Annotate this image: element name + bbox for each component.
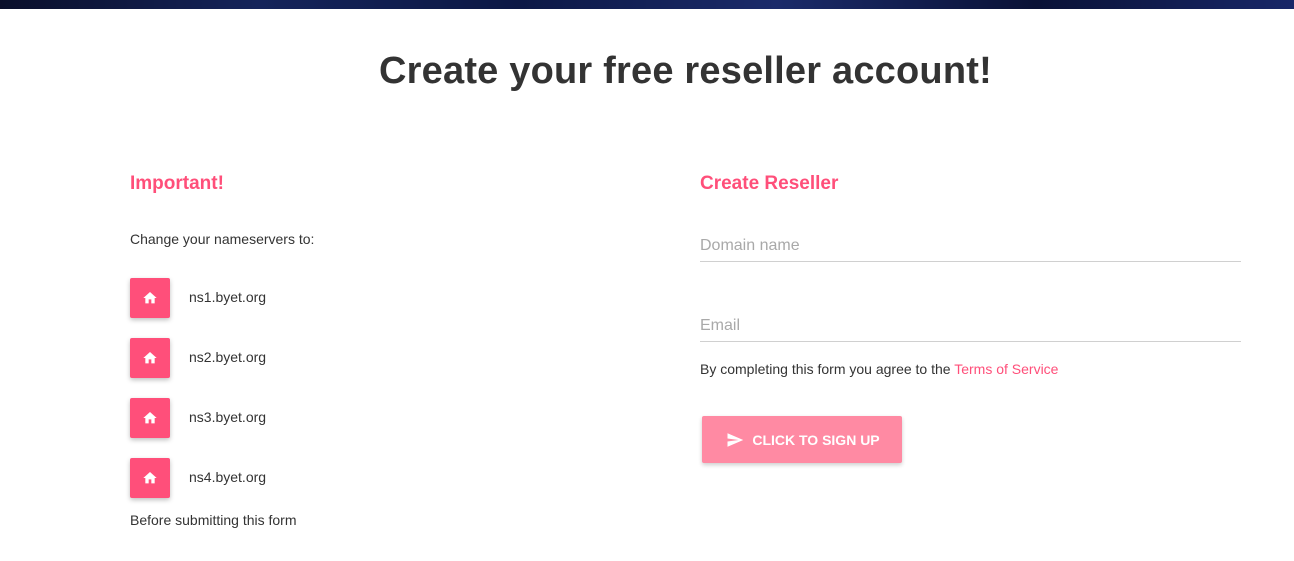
signup-button-label: CLICK TO SIGN UP bbox=[752, 431, 880, 448]
create-reseller-heading: Create Reseller bbox=[700, 173, 839, 194]
domain-name-input[interactable] bbox=[700, 231, 1241, 262]
nameserver-label: ns2.byet.org bbox=[189, 349, 267, 365]
home-icon bbox=[130, 278, 170, 318]
before-submit-note: Before submitting this form bbox=[130, 512, 297, 528]
home-icon bbox=[130, 398, 170, 438]
home-icon bbox=[130, 338, 170, 378]
home-icon bbox=[130, 458, 170, 498]
top-banner-image bbox=[0, 0, 1294, 9]
nameserver-instruction: Change your nameservers to: bbox=[130, 231, 315, 247]
signup-button[interactable]: CLICK TO SIGN UP bbox=[702, 416, 902, 463]
email-input[interactable] bbox=[700, 311, 1241, 342]
terms-agreement: By completing this form you agree to the… bbox=[700, 361, 1058, 377]
nameserver-label: ns4.byet.org bbox=[189, 469, 267, 485]
nameserver-label: ns3.byet.org bbox=[189, 409, 267, 425]
nameserver-label: ns1.byet.org bbox=[189, 289, 267, 305]
terms-agreement-text: By completing this form you agree to the bbox=[700, 361, 955, 377]
page-title: Create your free reseller account! bbox=[379, 50, 992, 92]
terms-of-service-link[interactable]: Terms of Service bbox=[954, 361, 1058, 377]
important-heading: Important! bbox=[130, 173, 224, 194]
send-icon bbox=[724, 431, 746, 449]
